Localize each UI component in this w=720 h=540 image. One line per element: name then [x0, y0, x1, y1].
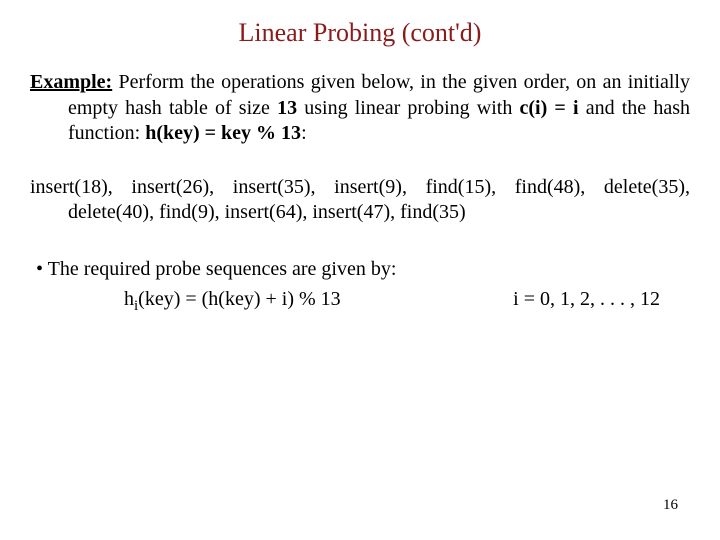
bullet-line: • The required probe sequences are given… [36, 256, 690, 282]
example-label: Example: [30, 71, 112, 93]
probe-function: c(i) = i [520, 97, 579, 119]
bullet-text: The required probe sequences are given b… [48, 258, 397, 280]
operations-paragraph: insert(18), insert(26), insert(35), inse… [30, 175, 690, 226]
slide-title: Linear Probing (cont'd) [30, 18, 690, 48]
table-size: 13 [277, 97, 297, 119]
formula-row: hi(key) = (h(key) + i) % 13 i = 0, 1, 2,… [30, 288, 690, 311]
hash-function: h(key) = key % 13 [145, 122, 301, 144]
example-paragraph: Example: Perform the operations given be… [30, 70, 690, 147]
formula-lhs: hi(key) = (h(key) + i) % 13 [124, 288, 341, 311]
bullet-mark: • [36, 258, 43, 280]
example-text-2: using linear probing with [297, 97, 519, 119]
formula-h: h [124, 288, 134, 310]
operations-list: insert(18), insert(26), insert(35), inse… [30, 175, 690, 226]
colon: : [301, 122, 307, 144]
formula-body: (key) = (h(key) + i) % 13 [138, 288, 341, 310]
formula-rhs: i = 0, 1, 2, . . . , 12 [513, 288, 660, 311]
page-number: 16 [663, 497, 678, 514]
